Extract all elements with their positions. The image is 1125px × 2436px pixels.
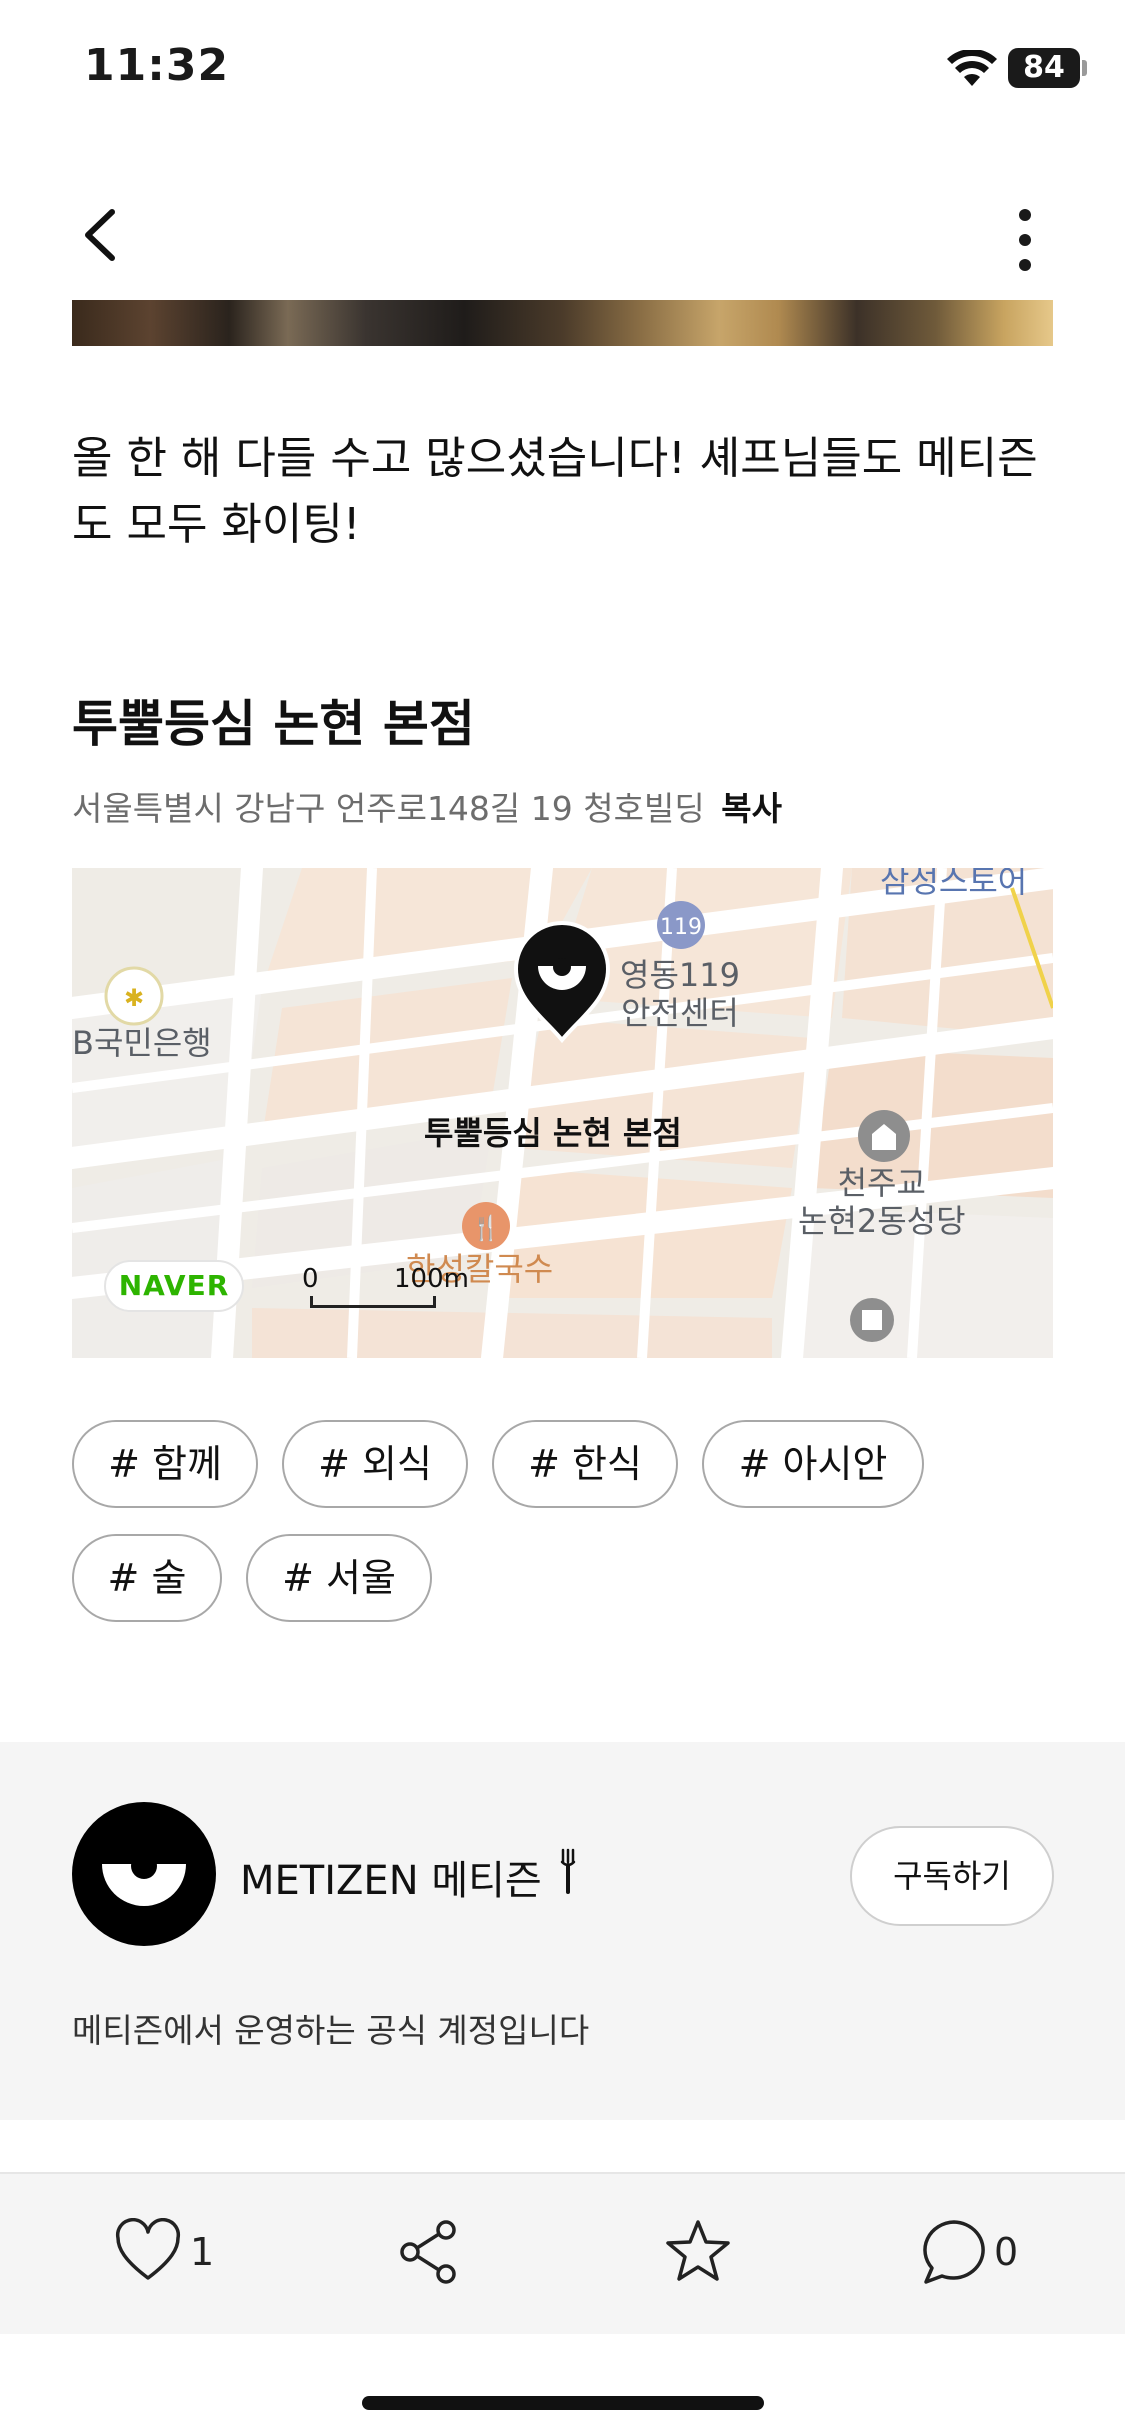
share-icon [400,2220,456,2284]
battery-nub [1082,60,1087,76]
subscribe-button[interactable]: 구독하기 [850,1826,1054,1926]
author-panel: METIZEN 메티즌 구독하기 메티즌에서 운영하는 공식 계정입니다 [0,1742,1125,2120]
map-label-samsung-store: 삼성스토어 [880,868,1028,900]
comment-icon [923,2220,985,2284]
copy-address-button[interactable]: 복사 [721,789,782,828]
svg-text:119: 119 [660,915,702,940]
avatar[interactable] [72,1802,216,1946]
battery-indicator: 84 [1008,48,1080,88]
tag-chip[interactable]: # 서울 [246,1534,432,1622]
post-body-text: 올 한 해 다들 수고 많으셨습니다! 셰프님들도 메티즌도 모두 화이팅! [72,433,1038,550]
star-icon [666,2220,730,2281]
place-address: 서울특별시 강남구 언주로148길 19 청호빌딩 복사 [72,782,782,830]
place-map[interactable]: 119 ✱ 🍴 삼성스토어 영동119 안전센터 B국민은행 투뿔등심 논현 본… [72,868,1053,1358]
naver-logo: NAVER [104,1260,244,1312]
tag-chip[interactable]: # 술 [72,1534,222,1622]
status-bar: 11:32 84 [0,0,1125,140]
wifi-icon [947,50,997,86]
home-indicator[interactable] [362,2396,764,2410]
place-name: 투뿔등심 논현 본점 [72,695,475,753]
comment-button[interactable]: 0 [920,2218,1030,2290]
metizen-logo-icon [102,1853,186,1906]
map-label-fire-station: 영동119 안전센터 [620,956,740,1032]
tag-chip[interactable]: # 아시안 [702,1420,924,1508]
heart-icon [115,2218,181,2280]
map-label-church-line1: 천주교 [837,1164,926,1202]
tag-chip[interactable]: # 외식 [282,1420,468,1508]
top-nav [0,170,1125,300]
map-scale-bar [310,1296,436,1308]
svg-text:✱: ✱ [124,984,144,1012]
like-button[interactable]: 1 [114,2218,224,2290]
more-options-button[interactable] [1000,190,1050,280]
like-count: 1 [190,2230,215,2274]
share-button[interactable] [396,2218,462,2290]
action-bar: 1 0 [0,2172,1125,2334]
post-photo [72,300,1053,346]
bookmark-star-button[interactable] [664,2218,732,2290]
map-label-church-line2: 논현2동성당 [798,1202,966,1240]
author-description: 메티즌에서 운영하는 공식 계정입니다 [72,2011,590,2050]
chevron-left-icon [85,209,115,261]
map-scale-zero: 0 [302,1264,319,1294]
svg-text:🍴: 🍴 [471,1214,501,1242]
map-scale-label: 100m [394,1264,469,1294]
back-button[interactable] [72,190,142,280]
map-label-fire-station-line1: 영동119 [620,956,740,994]
author-name[interactable]: METIZEN 메티즌 [240,1848,542,1906]
map-label-fire-station-line2: 안전센터 [621,994,739,1032]
comment-count: 0 [994,2230,1019,2274]
map-label-kb-bank: B국민은행 [72,1024,212,1062]
tag-chip[interactable]: # 한식 [492,1420,678,1508]
map-label-restaurant: 투뿔등심 논현 본점 [424,1114,682,1152]
status-time: 11:32 [84,40,230,91]
map-label-church: 천주교 논현2동성당 [798,1164,966,1240]
fork-icon [560,1848,576,1894]
address-text: 서울특별시 강남구 언주로148길 19 청호빌딩 [72,789,705,828]
tag-chip[interactable]: # 함께 [72,1420,258,1508]
